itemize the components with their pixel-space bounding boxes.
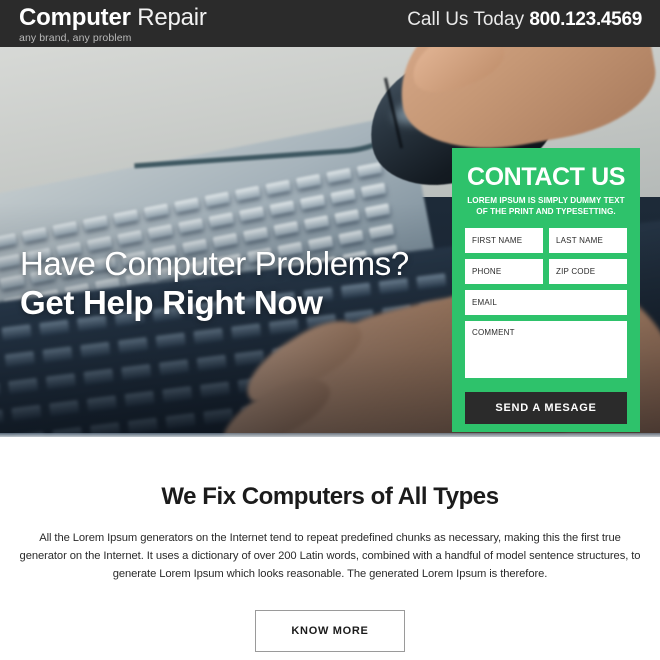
phone-input[interactable]	[465, 259, 543, 284]
last-name-wrap	[549, 228, 627, 253]
email-input[interactable]	[465, 290, 627, 315]
phone-zip-row	[465, 259, 627, 284]
brand-name-bold: Computer	[19, 4, 131, 31]
call-us-block: Call Us Today 800.123.4569	[407, 9, 642, 31]
know-more-button[interactable]: KNOW MORE	[255, 610, 405, 652]
brand-tagline: any brand, any problem	[19, 32, 132, 44]
site-header: Computer Repair any brand, any problem C…	[0, 0, 660, 47]
zip-code-input[interactable]	[549, 259, 627, 284]
contact-form-subtitle: LOREM IPSUM IS SIMPLY DUMMY TEXT OF THE …	[467, 196, 625, 216]
send-message-button[interactable]: SEND A MESAGE	[465, 392, 627, 424]
landing-page: Computer Repair any brand, any problem C…	[0, 0, 660, 660]
call-us-label: Call Us Today	[407, 9, 525, 30]
first-name-input[interactable]	[465, 228, 543, 253]
section-title: We Fix Computers of All Types	[161, 483, 499, 510]
contact-form-title: CONTACT US	[466, 163, 626, 191]
email-row	[465, 290, 627, 315]
hero-headline-line1: Have Computer Problems?	[20, 245, 409, 282]
brand-logo[interactable]: Computer Repair any brand, any problem	[19, 4, 207, 45]
section-paragraph: All the Lorem Ipsum generators on the In…	[19, 532, 641, 580]
hero-headline-line2: Get Help Right Now	[20, 284, 323, 321]
comment-textarea[interactable]	[465, 321, 627, 378]
content-section: We Fix Computers of All Types All the Lo…	[0, 437, 660, 652]
cta-wrap: KNOW MORE	[0, 610, 660, 652]
zip-wrap	[549, 259, 627, 284]
phone-number[interactable]: 800.123.4569	[529, 9, 642, 30]
brand-name-light: Repair	[137, 4, 207, 31]
name-row	[465, 228, 627, 253]
phone-wrap	[465, 259, 543, 284]
first-name-wrap	[465, 228, 543, 253]
hero-section: Have Computer Problems? Get Help Right N…	[0, 47, 660, 437]
hero-copy: Have Computer Problems? Get Help Right N…	[20, 245, 409, 322]
last-name-input[interactable]	[549, 228, 627, 253]
brand-title: Computer Repair	[19, 4, 207, 31]
contact-form-panel: CONTACT US LOREM IPSUM IS SIMPLY DUMMY T…	[452, 148, 640, 432]
contact-form: SEND A MESAGE	[465, 228, 627, 424]
